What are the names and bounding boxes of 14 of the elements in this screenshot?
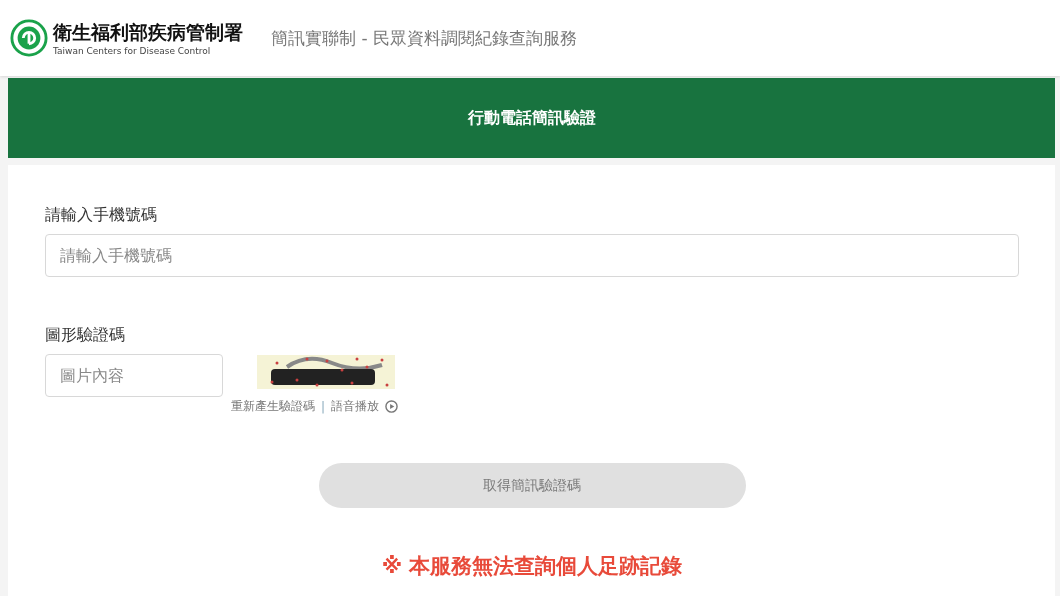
- play-icon[interactable]: [385, 400, 399, 413]
- regenerate-captcha-link[interactable]: 重新產生驗證碼: [231, 398, 315, 415]
- logo-icon: [10, 19, 48, 57]
- org-name-english: Taiwan Centers for Disease Control: [53, 46, 212, 56]
- banner-title: 行動電話簡訊驗證: [467, 107, 596, 129]
- field-label: 請輸入手機號碼: [45, 205, 157, 226]
- separator: |: [321, 399, 326, 414]
- service-title: 簡訊實聯制 - 民眾資料調閱紀錄查詢服務: [271, 26, 577, 50]
- notice-text: ※ 本服務無法查詢個人足跡記錄: [381, 553, 683, 580]
- org-name: 衛生福利部疾病管制署: [53, 20, 243, 45]
- audio-play-link[interactable]: 語音播放: [331, 398, 380, 415]
- phone-input[interactable]: 請輸入手機號碼: [45, 234, 1019, 277]
- field-label: 圖形驗證碼: [45, 325, 125, 346]
- captcha-input[interactable]: 圖片內容: [45, 354, 223, 397]
